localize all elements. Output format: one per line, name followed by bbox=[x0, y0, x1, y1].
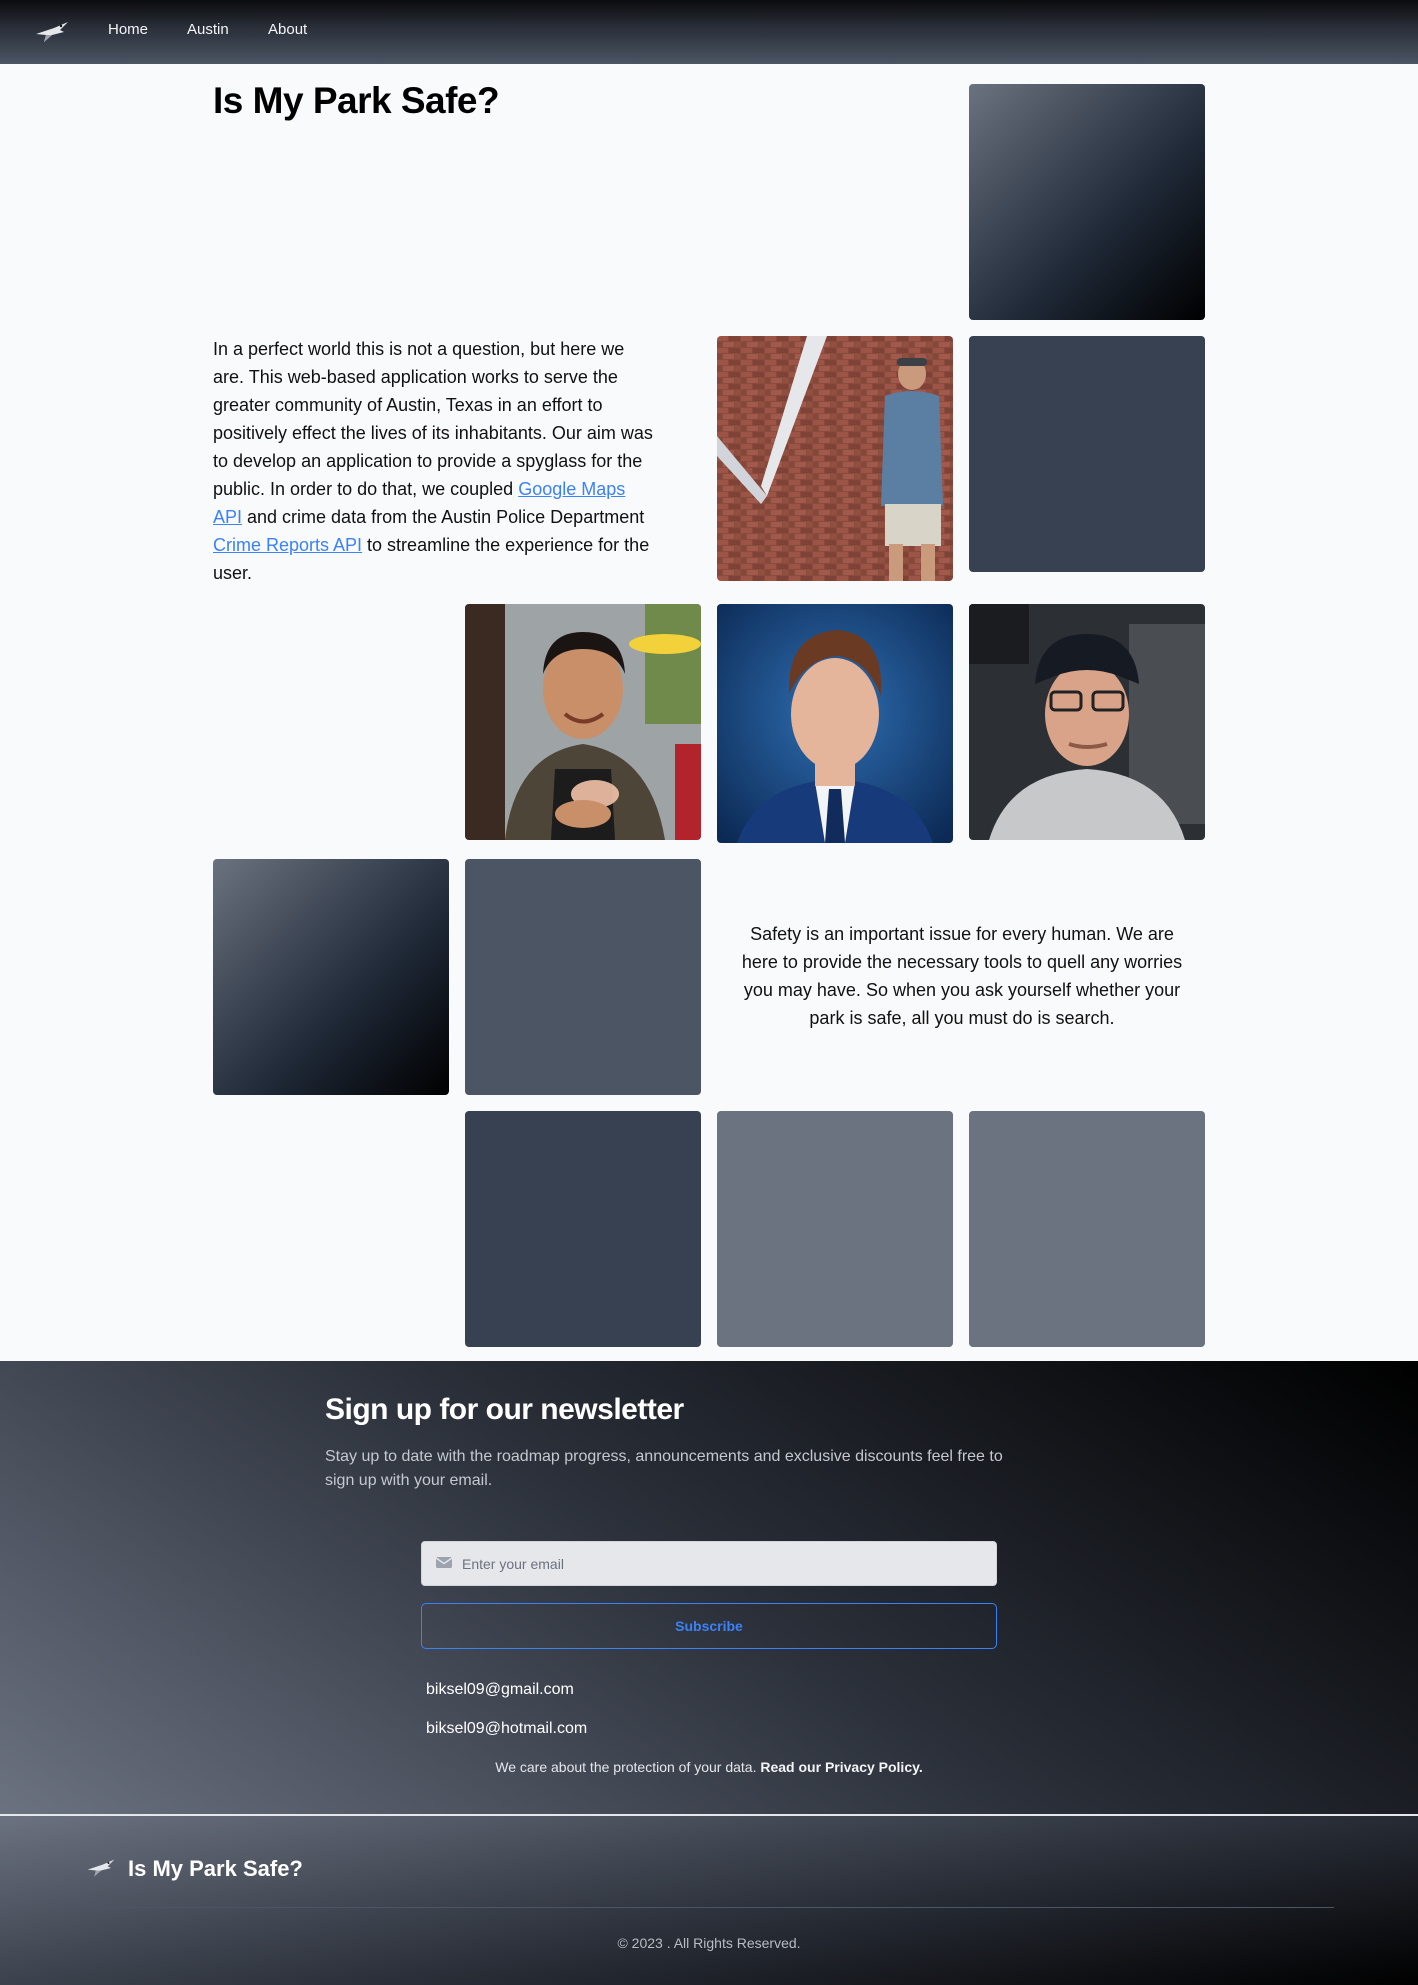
bird-logo-icon[interactable] bbox=[34, 18, 70, 46]
team-photo-brick-wall bbox=[717, 336, 953, 581]
nav-link-about[interactable]: About bbox=[268, 21, 307, 38]
page-title: Is My Park Safe? bbox=[213, 80, 500, 121]
footer-brand-name[interactable]: Is My Park Safe? bbox=[128, 1856, 303, 1882]
crime-reports-api-link[interactable]: Crime Reports API bbox=[213, 535, 362, 555]
privacy-notice: We care about the protection of your dat… bbox=[0, 1759, 1418, 1775]
dark-tile bbox=[465, 1111, 701, 1347]
nav-link-austin[interactable]: Austin bbox=[187, 21, 229, 38]
nav-link-home[interactable]: Home bbox=[108, 21, 148, 38]
safety-paragraph: Safety is an important issue for every h… bbox=[741, 924, 1183, 1028]
footer-rule bbox=[86, 1907, 1334, 1908]
intro-text-2: and crime data from the Austin Police De… bbox=[242, 507, 645, 527]
privacy-policy-link[interactable]: Read our Privacy Policy. bbox=[760, 1759, 922, 1775]
light-tile bbox=[969, 1111, 1205, 1347]
newsletter-section: Sign up for our newsletter Stay up to da… bbox=[0, 1361, 1418, 1815]
dark-tile bbox=[969, 336, 1205, 572]
email-input[interactable] bbox=[462, 1542, 982, 1585]
team-photo-cap-man bbox=[969, 604, 1205, 840]
site-footer: Is My Park Safe? © 2023 . All Rights Res… bbox=[0, 1816, 1418, 1985]
gradient-tile bbox=[969, 84, 1205, 320]
privacy-text: We care about the protection of your dat… bbox=[495, 1759, 761, 1775]
intro-paragraph: In a perfect world this is not a questio… bbox=[213, 335, 653, 587]
top-navbar: Home Austin About bbox=[0, 0, 1418, 64]
subscribe-button[interactable]: Subscribe bbox=[421, 1603, 997, 1649]
bird-logo-icon[interactable] bbox=[86, 1856, 116, 1880]
gradient-tile bbox=[213, 859, 449, 1095]
team-photo-smiling-man bbox=[465, 604, 701, 840]
contact-email: biksel09@hotmail.com bbox=[426, 1720, 588, 1737]
copyright-text: © 2023 . All Rights Reserved. bbox=[617, 1935, 801, 1951]
email-input-wrapper[interactable] bbox=[421, 1541, 997, 1586]
newsletter-description: Stay up to date with the roadmap progres… bbox=[325, 1448, 1003, 1489]
mid-tile bbox=[465, 859, 701, 1095]
team-photo-suit-man bbox=[717, 604, 953, 843]
newsletter-title: Sign up for our newsletter bbox=[325, 1393, 684, 1426]
light-tile bbox=[717, 1111, 953, 1347]
contact-email: biksel09@gmail.com bbox=[426, 1681, 574, 1698]
intro-text-1: In a perfect world this is not a questio… bbox=[213, 339, 653, 499]
envelope-icon bbox=[436, 1557, 452, 1568]
